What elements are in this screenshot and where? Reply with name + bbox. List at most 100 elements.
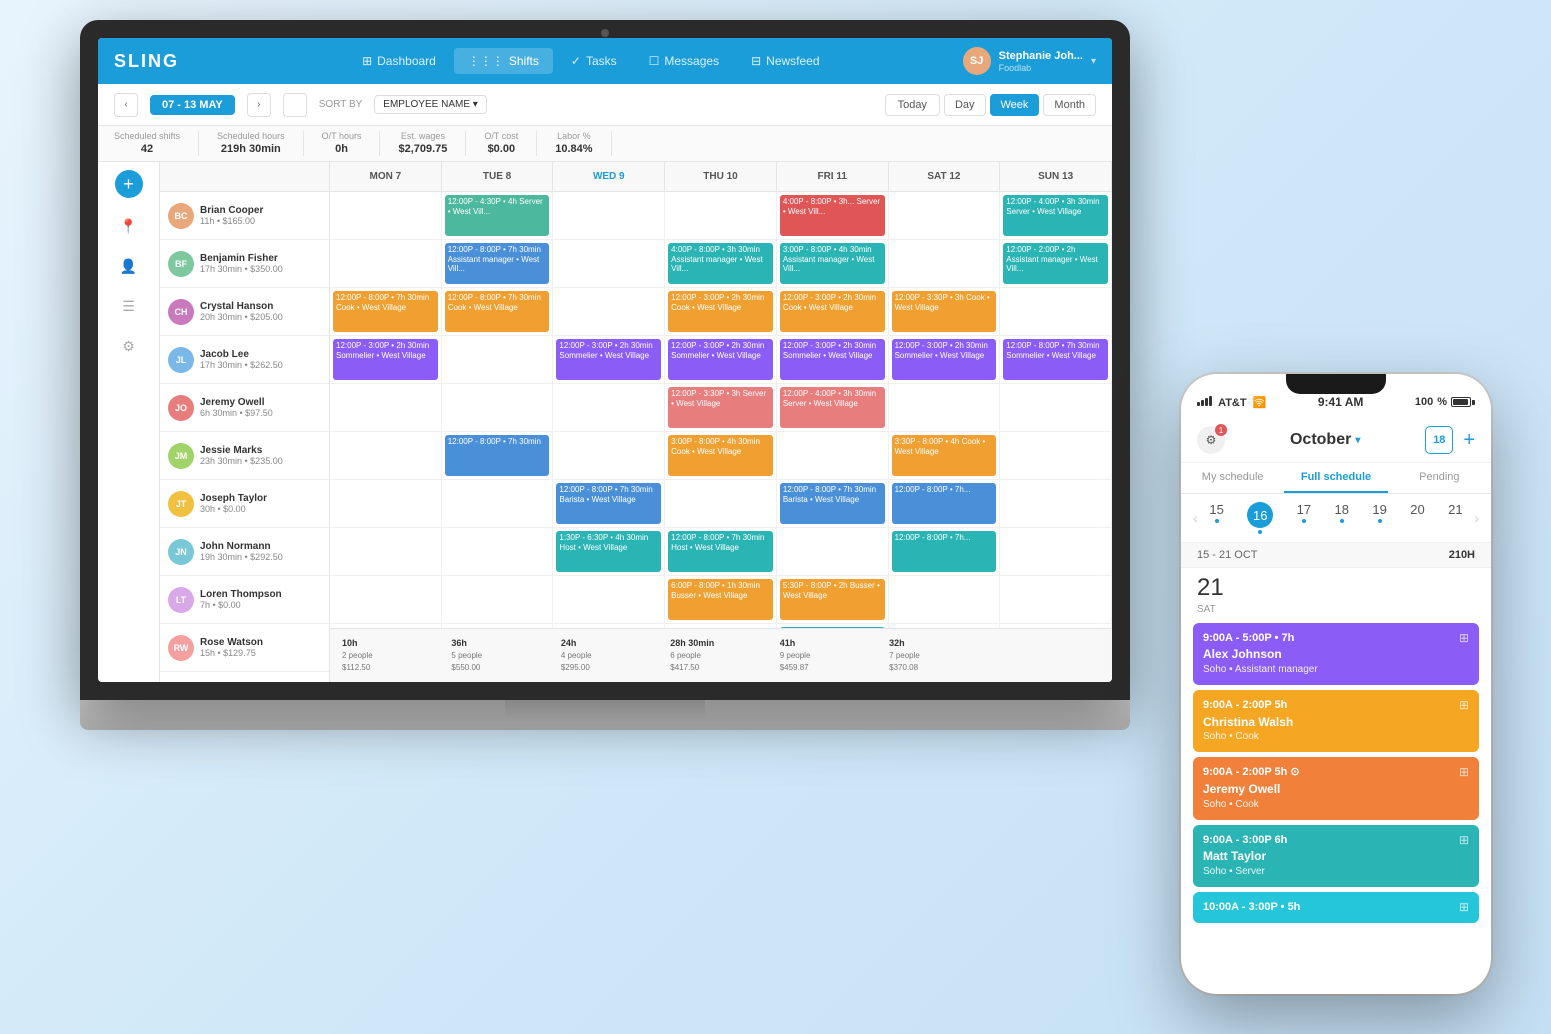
schedule-cell[interactable]: [1000, 480, 1112, 527]
schedule-cell[interactable]: [553, 288, 665, 335]
schedule-cell[interactable]: [553, 432, 665, 479]
schedule-cell[interactable]: 12:00P - 3:00P • 2h 30min Sommelier • We…: [777, 336, 889, 383]
schedule-cell[interactable]: [330, 192, 442, 239]
schedule-cell[interactable]: 12:00P - 3:00P • 2h 30min Sommelier • We…: [553, 336, 665, 383]
schedule-cell[interactable]: 12:00P - 8:00P • 7h 30min Assistant mana…: [442, 240, 554, 287]
schedule-cell[interactable]: [1000, 624, 1112, 628]
schedule-cell[interactable]: [330, 624, 442, 628]
user-menu[interactable]: SJ Stephanie Joh... Foodlab ▾: [963, 47, 1096, 75]
tab-full-schedule[interactable]: Full schedule: [1284, 463, 1387, 493]
schedule-cell[interactable]: 12:00P - 8:00P • 7h 30min Sommelier • We…: [1000, 336, 1112, 383]
schedule-cell[interactable]: [1000, 528, 1112, 575]
schedule-cell[interactable]: [1000, 432, 1112, 479]
schedule-cell[interactable]: [442, 384, 554, 431]
employee-row[interactable]: SJ Stephanie Johnson 40h • $800.00: [160, 672, 329, 682]
shift-block[interactable]: 12:00P - 3:00P • 2h 30min Sommelier • We…: [780, 339, 885, 380]
shift-block[interactable]: 12:00P - 4:00P • 3h 30min Server • West …: [780, 387, 885, 428]
schedule-cell[interactable]: 3:00P - 8:00P • 4h 30min Assistant manag…: [777, 240, 889, 287]
tab-pending[interactable]: Pending: [1388, 463, 1491, 493]
tab-my-schedule[interactable]: My schedule: [1181, 463, 1284, 493]
add-event-button[interactable]: +: [1463, 429, 1475, 452]
settings-icon[interactable]: ⚙: [113, 330, 145, 362]
employee-row[interactable]: BC Brian Cooper 11h • $165.00: [160, 192, 329, 240]
schedule-cell[interactable]: 12:00P - 3:00P • 2h 30min Cook • West Vi…: [777, 288, 889, 335]
shift-block[interactable]: 12:00P - 3:00P • 2h 30min Sommelier • We…: [668, 339, 773, 380]
shift-block[interactable]: 12:00P - 8:00P • 7h 30min: [445, 435, 550, 476]
prev-week-button[interactable]: ‹: [114, 93, 138, 117]
phone-shift-card[interactable]: 9:00A - 2:00P 5h ⊙ Jeremy Owell Soho • C…: [1193, 757, 1479, 819]
shift-block[interactable]: 12:00P - 8:00P • 7h 30min Cook • West Vi…: [445, 291, 550, 332]
shift-block[interactable]: 12:00P - 8:00P • 7h 30min Sommelier • We…: [1003, 339, 1108, 380]
week-view-button[interactable]: Week: [990, 94, 1040, 116]
shift-block[interactable]: 12:00P - 3:30P • 3h Cook • West Village: [892, 291, 997, 332]
schedule-cell[interactable]: 4:00P - 8:00P • 3h 30min Assistant manag…: [665, 240, 777, 287]
schedule-cell[interactable]: [1000, 576, 1112, 623]
shift-block[interactable]: 12:00P - 8:00P • 7h...: [892, 483, 997, 524]
schedule-cell[interactable]: [553, 384, 665, 431]
shift-block[interactable]: 12:00P - 3:00P • 2h 30min Sommelier • We…: [333, 339, 438, 380]
schedule-cell[interactable]: [889, 240, 1001, 287]
shift-expand-icon[interactable]: ⊞: [1459, 833, 1469, 847]
schedule-cell[interactable]: [330, 384, 442, 431]
schedule-cell[interactable]: [889, 192, 1001, 239]
schedule-cell[interactable]: 12:00P - 3:00P • 2h 30min Cook • West Vi…: [665, 288, 777, 335]
shift-expand-icon[interactable]: ⊞: [1459, 900, 1469, 914]
sort-dropdown[interactable]: EMPLOYEE NAME ▾: [374, 95, 487, 114]
shift-expand-icon[interactable]: ⊞: [1459, 631, 1469, 645]
shift-block[interactable]: 12:00P - 2:00P • 2h Assistant manager • …: [1003, 243, 1108, 284]
schedule-cell[interactable]: [665, 192, 777, 239]
day-view-button[interactable]: Day: [944, 94, 986, 116]
schedule-cell[interactable]: 12:00P - 8:00P • 7h 30min Cook • West Vi…: [330, 288, 442, 335]
shift-block[interactable]: 4:00P - 8:00P • 3h... Server • West Vill…: [780, 195, 885, 236]
schedule-cell[interactable]: 5:30P - 8:00P • 2h Busser • West Village: [777, 576, 889, 623]
employee-row[interactable]: JL Jacob Lee 17h 30min • $262.50: [160, 336, 329, 384]
schedule-cell[interactable]: 12:00P - 8:00P • 7h...: [889, 528, 1001, 575]
schedule-cell[interactable]: [889, 576, 1001, 623]
shift-block[interactable]: 6:00P - 8:00P • 1h 30min Busser • West V…: [668, 579, 773, 620]
schedule-cell[interactable]: [442, 528, 554, 575]
shift-block[interactable]: 3:00P - 8:00P • 4h 30min Cook • West Vil…: [668, 435, 773, 476]
schedule-cell[interactable]: [1000, 384, 1112, 431]
schedule-cell[interactable]: 12:00P - 3:30P • 3h Server • West Villag…: [665, 384, 777, 431]
shift-block[interactable]: 12:00P - 8:00P • 7h 30min Assistant mana…: [445, 243, 550, 284]
shift-block[interactable]: 12:00P - 3:00P • 2h 30min Cook • West Vi…: [668, 291, 773, 332]
schedule-cell[interactable]: [553, 576, 665, 623]
schedule-cell[interactable]: [330, 240, 442, 287]
schedule-cell[interactable]: [553, 624, 665, 628]
employee-row[interactable]: JT Joseph Taylor 30h • $0.00: [160, 480, 329, 528]
schedule-cell[interactable]: [330, 480, 442, 527]
shift-expand-icon[interactable]: ⊞: [1459, 765, 1469, 779]
schedule-cell[interactable]: [330, 432, 442, 479]
shift-expand-icon[interactable]: ⊞: [1459, 698, 1469, 712]
schedule-cell[interactable]: 1:30P - 6:30P • 4h 30min Host • West Vil…: [553, 528, 665, 575]
schedule-cell[interactable]: 12:00P - 2:00P • 2h Assistant manager • …: [1000, 240, 1112, 287]
shift-block[interactable]: 1:30P - 6:30P • 4h 30min Host • West Vil…: [556, 531, 661, 572]
today-button[interactable]: Today: [885, 94, 940, 116]
phone-shift-card[interactable]: 10:00A - 3:00P • 5h ⊞: [1193, 892, 1479, 923]
filter-settings-button[interactable]: ⚙ 1: [1197, 426, 1225, 454]
schedule-cell[interactable]: [553, 192, 665, 239]
schedule-cell[interactable]: [889, 624, 1001, 628]
schedule-cell[interactable]: [442, 480, 554, 527]
schedule-cell[interactable]: 12:00P - 3:00P • 2h 30min Sommelier • We…: [889, 336, 1001, 383]
next-week-button[interactable]: ›: [247, 93, 271, 117]
add-shift-button[interactable]: +: [115, 170, 143, 198]
employee-row[interactable]: JM Jessie Marks 23h 30min • $235.00: [160, 432, 329, 480]
shift-block[interactable]: 12:00P - 3:00P • 2h 30min Cook • West Vi…: [780, 291, 885, 332]
schedule-cell[interactable]: [330, 528, 442, 575]
calendar-day-button[interactable]: 18: [1425, 426, 1453, 454]
schedule-cell[interactable]: 12:00P - 8:00P • 7h...: [889, 480, 1001, 527]
location-icon[interactable]: 📍: [113, 210, 145, 242]
shift-block[interactable]: 5:30P - 8:00P • 2h Busser • West Village: [780, 579, 885, 620]
shift-block[interactable]: 12:00P - 8:00P • 7h...: [892, 531, 997, 572]
shift-block[interactable]: 12:00P - 8:00P • 7h 30min Barista • West…: [780, 483, 885, 524]
schedule-cell[interactable]: [1000, 288, 1112, 335]
schedule-cell[interactable]: 3:30P - 8:00P • 4h Cook • West Village: [889, 432, 1001, 479]
shift-block[interactable]: 12:00P - 8:00P • 7h 30min Barista • West…: [556, 483, 661, 524]
schedule-cell[interactable]: 12:00P - 8:00P • 7h 30min Barista • West…: [553, 480, 665, 527]
schedule-cell[interactable]: [442, 336, 554, 383]
month-view-button[interactable]: Month: [1043, 94, 1096, 116]
phone-shift-card[interactable]: 9:00A - 5:00P • 7h Alex Johnson Soho • A…: [1193, 623, 1479, 685]
schedule-cell[interactable]: [889, 384, 1001, 431]
next-week-arrow[interactable]: ›: [1474, 510, 1479, 526]
